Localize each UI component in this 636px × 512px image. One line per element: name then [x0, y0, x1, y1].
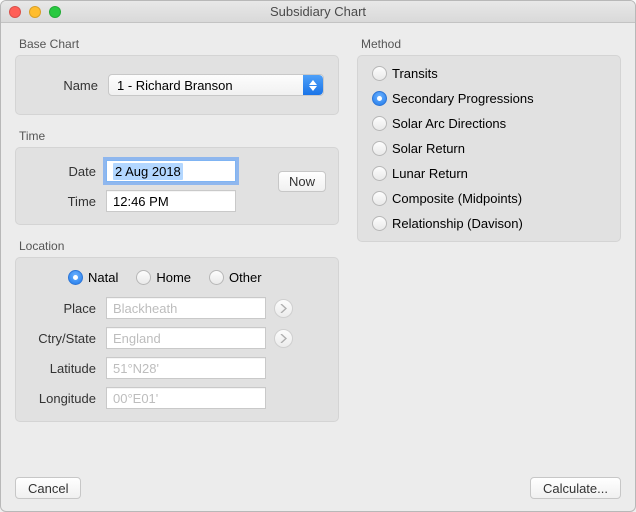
radio-icon — [372, 166, 387, 181]
radio-icon — [209, 270, 224, 285]
lat-field[interactable]: 51°N28' — [106, 357, 266, 379]
method-radio-solar-return[interactable]: Solar Return — [372, 141, 608, 156]
time-legend: Time — [19, 129, 339, 143]
time-label: Time — [28, 194, 106, 209]
chevron-right-icon — [280, 304, 287, 313]
radio-icon — [372, 191, 387, 206]
method-radio-label: Relationship (Davison) — [392, 216, 523, 231]
method-radio-composite-midpoints[interactable]: Composite (Midpoints) — [372, 191, 608, 206]
radio-icon — [372, 116, 387, 131]
date-value: 2 Aug 2018 — [113, 163, 183, 180]
zoom-icon[interactable] — [49, 6, 61, 18]
window: Subsidiary Chart Base Chart Name 1 - Ric… — [0, 0, 636, 512]
place-label: Place — [28, 301, 106, 316]
chevron-right-icon — [280, 334, 287, 343]
ctry-label: Ctry/State — [28, 331, 106, 346]
titlebar: Subsidiary Chart — [1, 1, 635, 23]
method-group: Transits Secondary Progressions Solar Arc … — [357, 55, 621, 242]
name-label: Name — [30, 78, 108, 93]
radio-icon — [136, 270, 151, 285]
location-group: Natal Home Other Place — [15, 257, 339, 422]
location-radio-home[interactable]: Home — [136, 270, 191, 285]
time-field[interactable]: 12:46 PM — [106, 190, 236, 212]
method-radio-secondary-progressions[interactable]: Secondary Progressions — [372, 91, 608, 106]
method-radio-transits[interactable]: Transits — [372, 66, 608, 81]
select-stepper-icon — [303, 75, 323, 95]
time-group: Date 2 Aug 2018 Time 12:46 PM — [15, 147, 339, 225]
ctry-lookup-button[interactable] — [274, 329, 293, 348]
lat-label: Latitude — [28, 361, 106, 376]
radio-icon — [68, 270, 83, 285]
ctry-field[interactable]: England — [106, 327, 266, 349]
radio-icon — [372, 141, 387, 156]
date-field[interactable]: 2 Aug 2018 — [106, 160, 236, 182]
window-controls — [1, 6, 61, 18]
calculate-button[interactable]: Calculate... — [530, 477, 621, 499]
place-lookup-button[interactable] — [274, 299, 293, 318]
radio-icon — [372, 216, 387, 231]
window-title: Subsidiary Chart — [1, 4, 635, 19]
radio-icon — [372, 66, 387, 81]
content: Base Chart Name 1 - Richard Branson — [1, 23, 635, 511]
method-radio-label: Lunar Return — [392, 166, 468, 181]
method-radio-label: Solar Return — [392, 141, 465, 156]
method-radio-label: Solar Arc Directions — [392, 116, 506, 131]
close-icon[interactable] — [9, 6, 21, 18]
name-select-value: 1 - Richard Branson — [117, 78, 233, 93]
method-legend: Method — [361, 37, 621, 51]
now-button[interactable]: Now — [278, 171, 326, 192]
radio-icon — [372, 91, 387, 106]
method-radio-relationship-davison[interactable]: Relationship (Davison) — [372, 216, 608, 231]
footer: Cancel Calculate... — [15, 473, 621, 499]
lon-field[interactable]: 00°E01' — [106, 387, 266, 409]
location-radio-other[interactable]: Other — [209, 270, 262, 285]
lon-label: Longitude — [28, 391, 106, 406]
name-select[interactable]: 1 - Richard Branson — [108, 74, 324, 96]
cancel-button[interactable]: Cancel — [15, 477, 81, 499]
method-radio-label: Composite (Midpoints) — [392, 191, 522, 206]
date-label: Date — [28, 164, 106, 179]
minimize-icon[interactable] — [29, 6, 41, 18]
method-radio-solar-arc-directions[interactable]: Solar Arc Directions — [372, 116, 608, 131]
location-radio-natal[interactable]: Natal — [68, 270, 118, 285]
base-chart-legend: Base Chart — [19, 37, 339, 51]
place-field[interactable]: Blackheath — [106, 297, 266, 319]
method-radio-label: Secondary Progressions — [392, 91, 534, 106]
base-chart-group: Name 1 - Richard Branson — [15, 55, 339, 115]
method-radio-lunar-return[interactable]: Lunar Return — [372, 166, 608, 181]
method-radio-label: Transits — [392, 66, 438, 81]
location-legend: Location — [19, 239, 339, 253]
time-value: 12:46 PM — [113, 194, 169, 209]
